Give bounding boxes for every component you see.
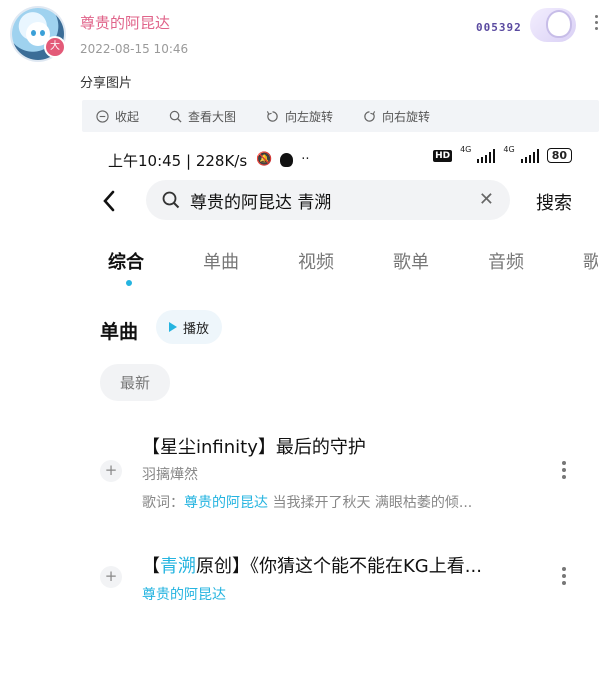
tab-more[interactable]: 歌 — [583, 248, 598, 274]
battery-icon: 80 — [546, 148, 572, 163]
fan-card-number: 005392 — [476, 21, 522, 34]
username[interactable]: 尊贵的阿昆达 — [80, 12, 170, 33]
song-more-icon[interactable] — [562, 458, 566, 482]
tab-audio[interactable]: 音频 — [488, 248, 583, 274]
song-lyric: 歌词：尊贵的阿昆达 当我揉开了秋天 满眼枯萎的倾... — [142, 495, 473, 511]
collapse-label: 收起 — [115, 109, 140, 124]
rotate-right-label: 向右旋转 — [382, 109, 431, 124]
signal-4g-label: 4G — [460, 145, 472, 154]
add-icon[interactable]: + — [100, 566, 122, 588]
clear-icon[interactable]: ✕ — [479, 189, 494, 210]
section-title: 单曲 — [100, 321, 139, 343]
mute-icon: 🔕 — [256, 152, 273, 167]
more-options-icon[interactable] — [595, 12, 601, 33]
back-arrow-icon[interactable] — [102, 190, 116, 218]
status-dots: ·· — [301, 152, 310, 167]
view-large-button[interactable]: 查看大图 — [169, 108, 236, 125]
result-tabs: 综合 单曲 视频 歌单 音频 歌 — [108, 248, 598, 286]
status-time: 上午10:45 | 228K/s — [108, 152, 248, 170]
play-all-button[interactable]: 播放 — [156, 310, 223, 344]
tab-videos[interactable]: 视频 — [298, 248, 393, 274]
rotate-right-button[interactable]: 向右旋转 — [363, 108, 430, 125]
post-timestamp: 2022-08-15 10:46 — [80, 42, 189, 56]
search-input[interactable]: 尊贵的阿昆达 青溯 ✕ — [146, 180, 510, 220]
add-icon[interactable]: + — [100, 460, 122, 482]
tab-songs[interactable]: 单曲 — [203, 248, 298, 274]
view-large-label: 查看大图 — [188, 109, 237, 124]
tab-all[interactable]: 综合 — [108, 248, 203, 286]
avatar[interactable]: 大 — [12, 8, 66, 60]
fan-card-decoration-icon — [530, 8, 576, 42]
signal-icon-2 — [520, 148, 539, 163]
shared-screenshot-image[interactable]: 上午10:45 | 228K/s 🔕 ·· HD 4G 4G 80 尊贵的阿昆达… — [98, 140, 598, 683]
tab-playlists[interactable]: 歌单 — [393, 248, 488, 274]
play-icon — [169, 322, 177, 332]
rotate-right-icon — [364, 110, 376, 122]
song-more-icon[interactable] — [562, 564, 566, 588]
qq-icon — [280, 152, 294, 167]
collapse-button[interactable]: 收起 — [96, 108, 139, 125]
song-title: 【青溯原创】《你猜这个能不能在KG上看... — [142, 556, 482, 577]
rotate-left-label: 向左旋转 — [285, 109, 334, 124]
song-artist: 羽摛燁然 — [142, 467, 198, 483]
hd-icon: HD — [433, 149, 453, 162]
rotate-left-icon — [266, 110, 278, 122]
active-tab-indicator — [126, 280, 132, 286]
search-button[interactable]: 搜索 — [536, 189, 572, 215]
play-label: 播放 — [183, 321, 210, 337]
status-bar: 上午10:45 | 228K/s 🔕 ·· HD 4G 4G 80 — [98, 140, 598, 176]
rotate-left-button[interactable]: 向左旋转 — [266, 108, 333, 125]
zoom-icon — [169, 110, 182, 123]
collapse-icon — [96, 109, 109, 123]
song-artist: 尊贵的阿昆达 — [142, 587, 226, 603]
song-title: 【星尘infinity】最后的守护 — [142, 437, 366, 458]
signal-icon — [477, 148, 496, 163]
sort-newest-chip[interactable]: 最新 — [100, 364, 171, 401]
search-query: 尊贵的阿昆达 青溯 — [190, 192, 332, 213]
post-caption: 分享图片 — [80, 76, 133, 91]
level-badge: 大 — [44, 36, 66, 58]
signal-4g-label-2: 4G — [503, 145, 515, 154]
status-right-icons: HD 4G 4G 80 — [433, 145, 572, 163]
search-icon — [162, 191, 180, 209]
image-toolbar: 收起 查看大图 向左旋转 向右旋转 — [82, 100, 599, 132]
status-notification-icons: 🔕 ·· — [256, 152, 309, 167]
